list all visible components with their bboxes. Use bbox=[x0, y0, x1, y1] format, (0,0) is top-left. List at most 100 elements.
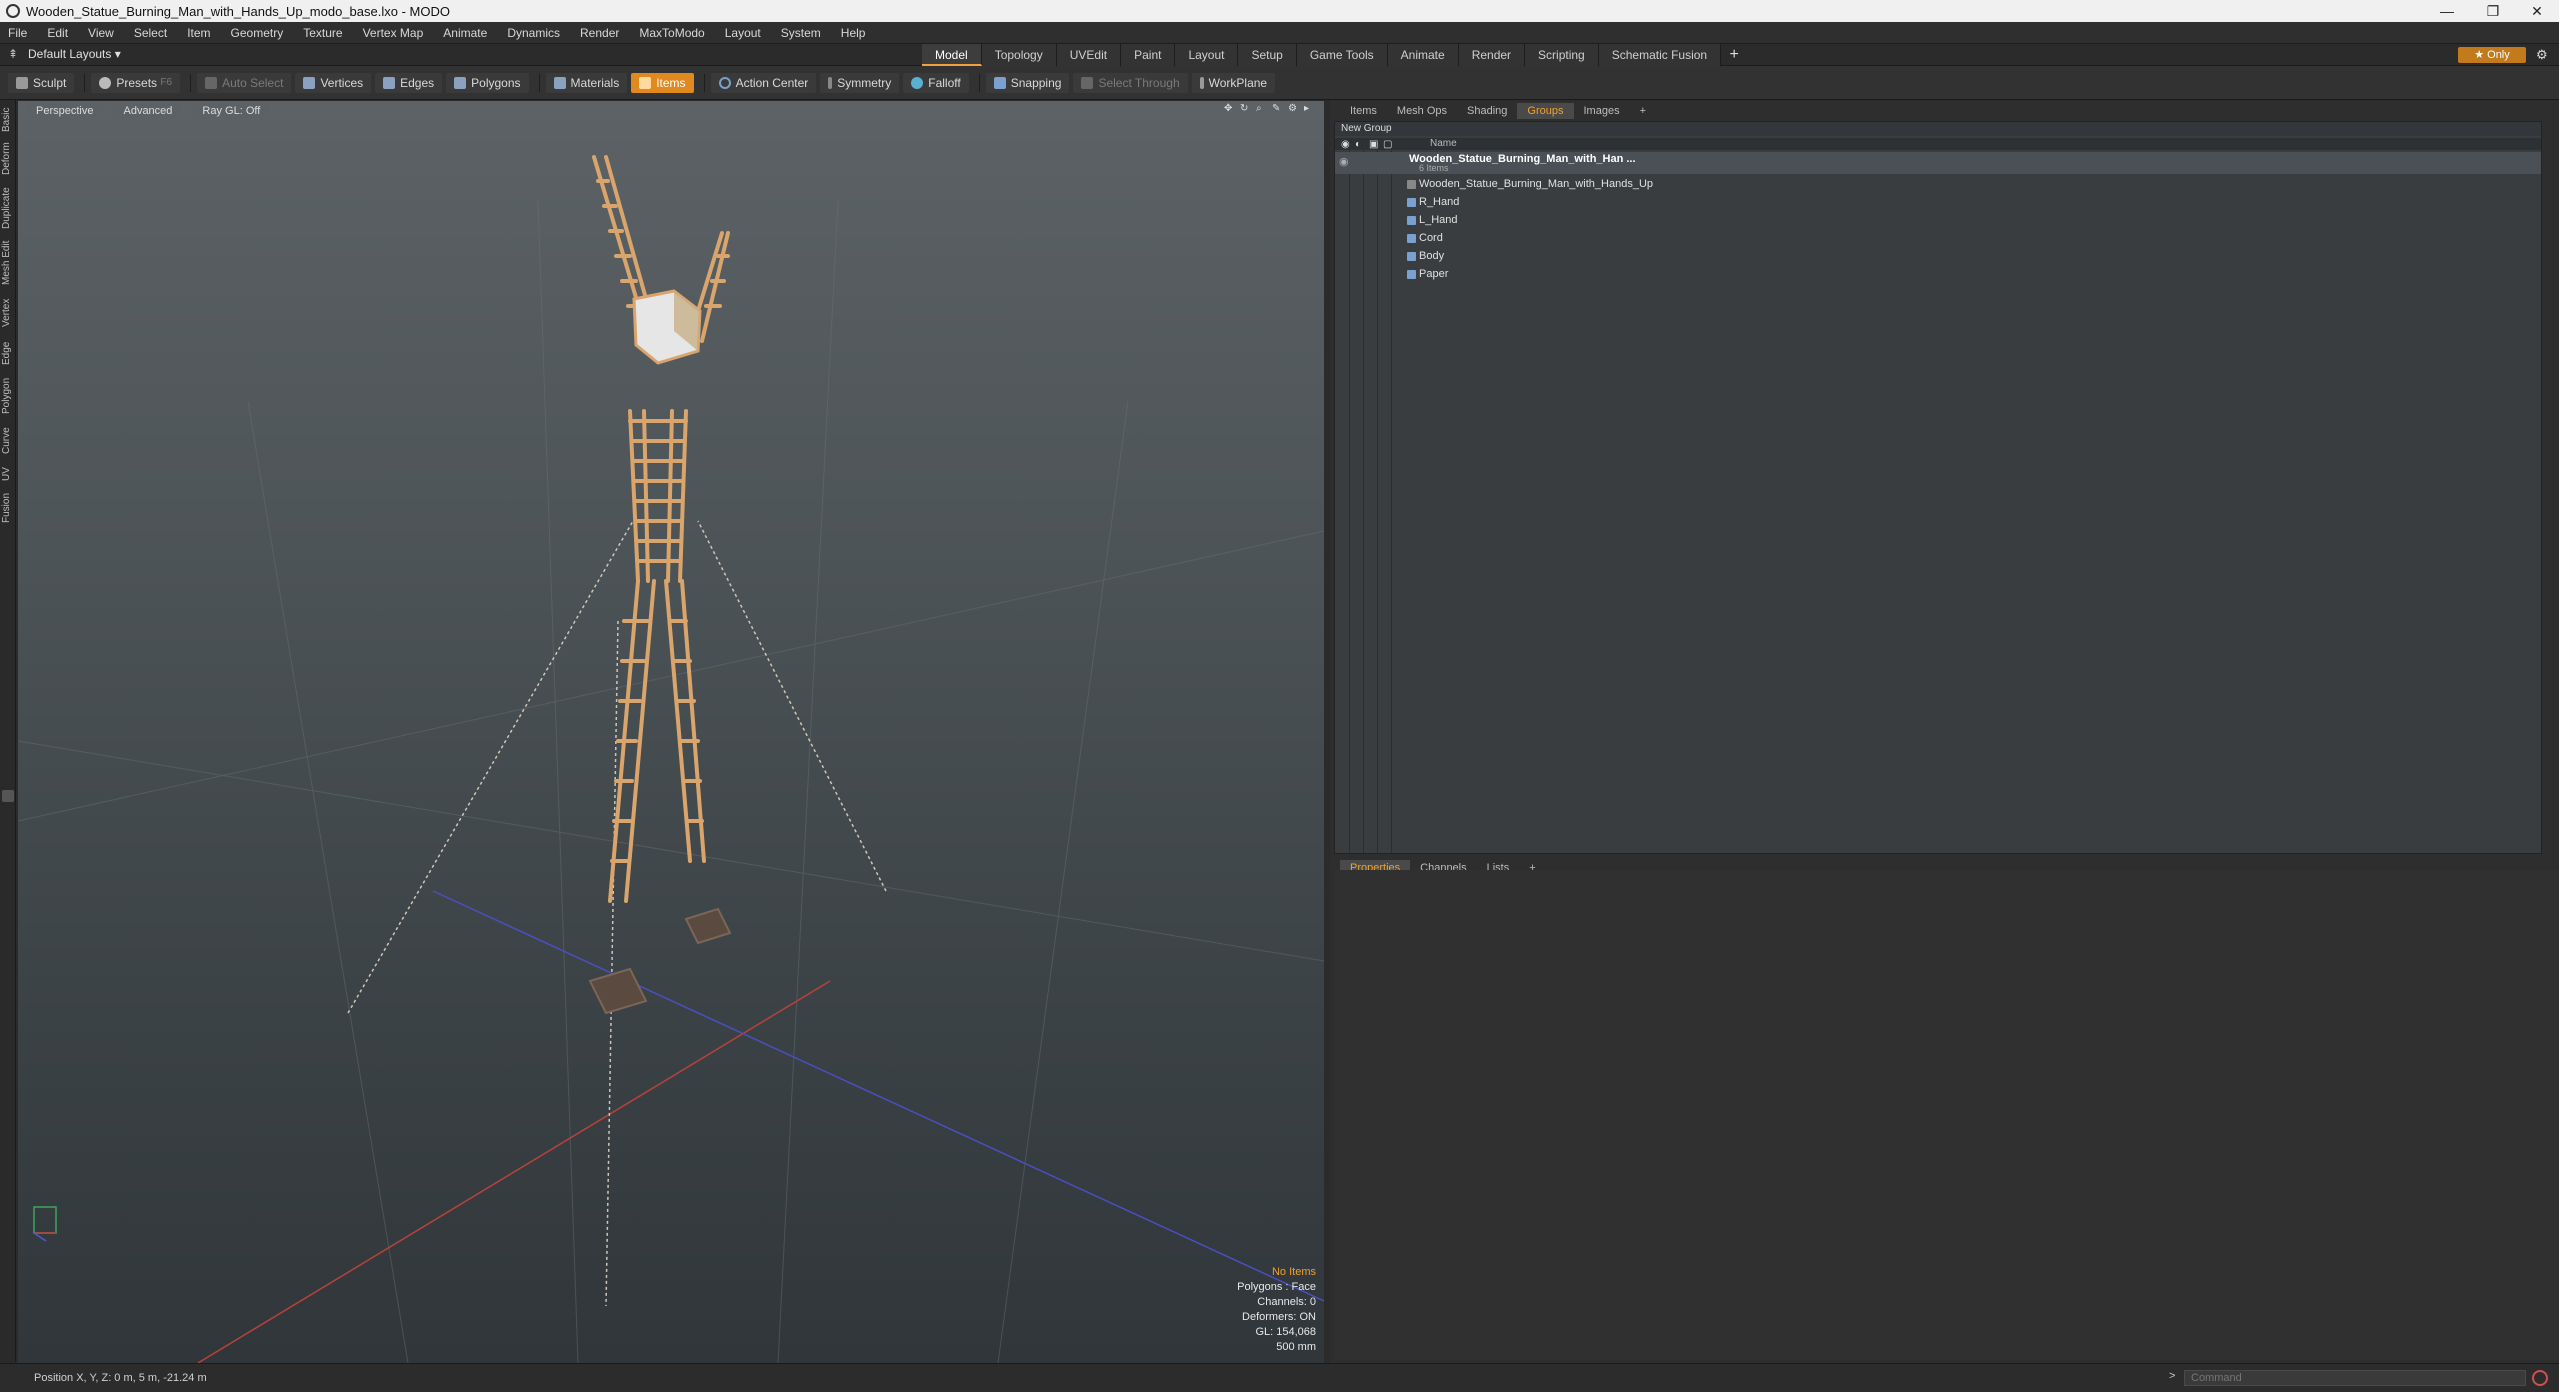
mesh-icon bbox=[1407, 251, 1416, 261]
view-perspective-button[interactable]: Perspective bbox=[26, 103, 104, 119]
shading-mode-button[interactable]: Advanced bbox=[113, 103, 183, 119]
title-bar: Wooden_Statue_Burning_Man_with_Hands_Up_… bbox=[0, 0, 2559, 22]
tree-item-row[interactable]: R_Hand bbox=[1335, 194, 2541, 211]
vtab-uv[interactable]: UV bbox=[1, 464, 15, 484]
tab-layout[interactable]: Layout bbox=[1175, 44, 1239, 66]
tab-uvedit[interactable]: UVEdit bbox=[1056, 44, 1122, 66]
3d-viewport[interactable]: Perspective Advanced Ray GL: Off ✥ ↻ ⌕ ✎… bbox=[18, 101, 1324, 1363]
layout-selector[interactable]: Default Layouts ▾ bbox=[28, 47, 121, 61]
rotate-view-icon[interactable]: ↻ bbox=[1240, 104, 1250, 114]
ground-grid bbox=[18, 200, 1324, 1363]
presets-button[interactable]: Presets F6 bbox=[91, 72, 181, 93]
command-history-icon[interactable] bbox=[2532, 1370, 2548, 1386]
add-tab-button[interactable]: + bbox=[1721, 44, 1747, 66]
polygons-info: Polygons : Face bbox=[1237, 1281, 1316, 1293]
tree-item-row[interactable]: Wooden_Statue_Burning_Man_with_Hands_Up bbox=[1335, 176, 2541, 193]
vtab-duplicate[interactable]: Duplicate bbox=[1, 184, 15, 232]
tab-game-tools[interactable]: Game Tools bbox=[1296, 44, 1388, 66]
tab-shading[interactable]: Shading bbox=[1457, 103, 1517, 119]
tab-mesh-ops[interactable]: Mesh Ops bbox=[1387, 103, 1457, 119]
menu-help[interactable]: Help bbox=[841, 26, 866, 40]
menu-vertex-map[interactable]: Vertex Map bbox=[363, 26, 424, 40]
vertices-button[interactable]: Vertices bbox=[295, 72, 372, 93]
menu-render[interactable]: Render bbox=[580, 26, 619, 40]
menu-maxtomodo[interactable]: MaxToModo bbox=[639, 26, 704, 40]
group-row[interactable]: ◉ Wooden_Statue_Burning_Man_with_Han ...… bbox=[1335, 152, 2541, 174]
item-list-tabs: Items Mesh Ops Shading Groups Images + bbox=[1340, 103, 1656, 119]
materials-button[interactable]: Materials bbox=[545, 72, 628, 93]
only-button[interactable]: ★ Only bbox=[2458, 47, 2526, 63]
auto-select-button[interactable]: Auto Select bbox=[197, 72, 292, 93]
viewport-expand-icon[interactable]: ▸ bbox=[1304, 104, 1314, 114]
menu-view[interactable]: View bbox=[88, 26, 114, 40]
add-panel-tab-button[interactable]: + bbox=[1630, 103, 1656, 119]
tree-item-row[interactable]: L_Hand bbox=[1335, 212, 2541, 229]
menu-system[interactable]: System bbox=[781, 26, 821, 40]
vtab-mesh-edit[interactable]: Mesh Edit bbox=[1, 238, 15, 288]
fit-view-icon[interactable]: ✥ bbox=[1224, 104, 1234, 114]
zoom-view-icon[interactable]: ⌕ bbox=[1256, 104, 1266, 114]
tab-topology[interactable]: Topology bbox=[981, 44, 1057, 66]
tree-item-row[interactable]: Cord bbox=[1335, 230, 2541, 247]
items-button[interactable]: Items bbox=[631, 72, 694, 93]
new-group-button[interactable]: New Group bbox=[1335, 122, 2541, 136]
vtab-vertex[interactable]: Vertex bbox=[1, 294, 15, 332]
tab-animate[interactable]: Animate bbox=[1387, 44, 1459, 66]
menu-item[interactable]: Item bbox=[187, 26, 210, 40]
polygons-button[interactable]: Polygons bbox=[446, 72, 529, 93]
select-through-button[interactable]: Select Through bbox=[1073, 72, 1188, 93]
status-bar: Position X, Y, Z: 0 m, 5 m, -21.24 m > bbox=[0, 1363, 2559, 1392]
menu-geometry[interactable]: Geometry bbox=[231, 26, 284, 40]
vtab-polygon[interactable]: Polygon bbox=[1, 374, 15, 418]
vtab-curve[interactable]: Curve bbox=[1, 424, 15, 458]
minimize-button[interactable]: — bbox=[2424, 0, 2470, 22]
viewport-header: Perspective Advanced Ray GL: Off bbox=[18, 101, 1324, 121]
menu-layout[interactable]: Layout bbox=[725, 26, 761, 40]
falloff-button[interactable]: Falloff bbox=[903, 72, 969, 93]
raygl-toggle[interactable]: Ray GL: Off bbox=[192, 103, 271, 119]
symmetry-button[interactable]: Symmetry bbox=[820, 72, 900, 93]
maximize-button[interactable]: ❐ bbox=[2470, 0, 2516, 22]
tree-item-row[interactable]: Paper bbox=[1335, 266, 2541, 283]
command-input[interactable] bbox=[2184, 1370, 2526, 1386]
vtab-deform[interactable]: Deform bbox=[1, 140, 15, 178]
window-title: Wooden_Statue_Burning_Man_with_Hands_Up_… bbox=[26, 3, 450, 19]
tab-images[interactable]: Images bbox=[1574, 103, 1630, 119]
no-items-label: No Items bbox=[1271, 1266, 1316, 1278]
menu-animate[interactable]: Animate bbox=[443, 26, 487, 40]
sculpt-button[interactable]: Sculpt bbox=[8, 72, 75, 93]
menu-edit[interactable]: Edit bbox=[47, 26, 68, 40]
groups-panel: New Group ◉ ◐ ▣ ▢ Name ◉ Wooden_Statue_B… bbox=[1334, 121, 2542, 854]
snapping-button[interactable]: Snapping bbox=[985, 72, 1070, 93]
tab-scripting[interactable]: Scripting bbox=[1525, 44, 1599, 66]
action-center-button[interactable]: Action Center bbox=[710, 72, 817, 93]
menu-select[interactable]: Select bbox=[134, 26, 167, 40]
tab-render[interactable]: Render bbox=[1458, 44, 1526, 66]
tab-model[interactable]: Model bbox=[922, 44, 982, 66]
tab-schematic-fusion[interactable]: Schematic Fusion bbox=[1598, 44, 1722, 66]
menu-file[interactable]: File bbox=[8, 26, 27, 40]
menu-dynamics[interactable]: Dynamics bbox=[507, 26, 560, 40]
gl-count-info: GL: 154,068 bbox=[1255, 1326, 1316, 1338]
strip-toggle-button[interactable] bbox=[2, 790, 14, 802]
viewport-settings-icon[interactable]: ⚙ bbox=[1288, 104, 1298, 114]
tree-item-row[interactable]: Body bbox=[1335, 248, 2541, 265]
workplane-button[interactable]: WorkPlane bbox=[1191, 72, 1276, 93]
tab-items[interactable]: Items bbox=[1340, 103, 1387, 119]
tab-setup[interactable]: Setup bbox=[1238, 44, 1297, 66]
wooden-statue-model bbox=[592, 155, 730, 903]
eye-icon[interactable]: ◉ bbox=[1339, 154, 1349, 171]
layout-pin-icon[interactable]: ⇞ bbox=[8, 47, 18, 61]
menu-texture[interactable]: Texture bbox=[303, 26, 342, 40]
vtab-fusion[interactable]: Fusion bbox=[1, 490, 15, 526]
tab-groups[interactable]: Groups bbox=[1517, 103, 1574, 119]
tab-paint[interactable]: Paint bbox=[1121, 44, 1176, 66]
modo-logo-icon bbox=[6, 4, 20, 18]
vtab-basic[interactable]: Basic bbox=[1, 106, 15, 134]
close-button[interactable]: ✕ bbox=[2514, 0, 2559, 22]
edges-button[interactable]: Edges bbox=[375, 72, 443, 93]
name-column-header[interactable]: Name bbox=[1430, 138, 1457, 150]
pan-view-icon[interactable]: ✎ bbox=[1272, 104, 1282, 114]
gear-icon[interactable]: ⚙ bbox=[2536, 47, 2548, 63]
vtab-edge[interactable]: Edge bbox=[1, 338, 15, 368]
